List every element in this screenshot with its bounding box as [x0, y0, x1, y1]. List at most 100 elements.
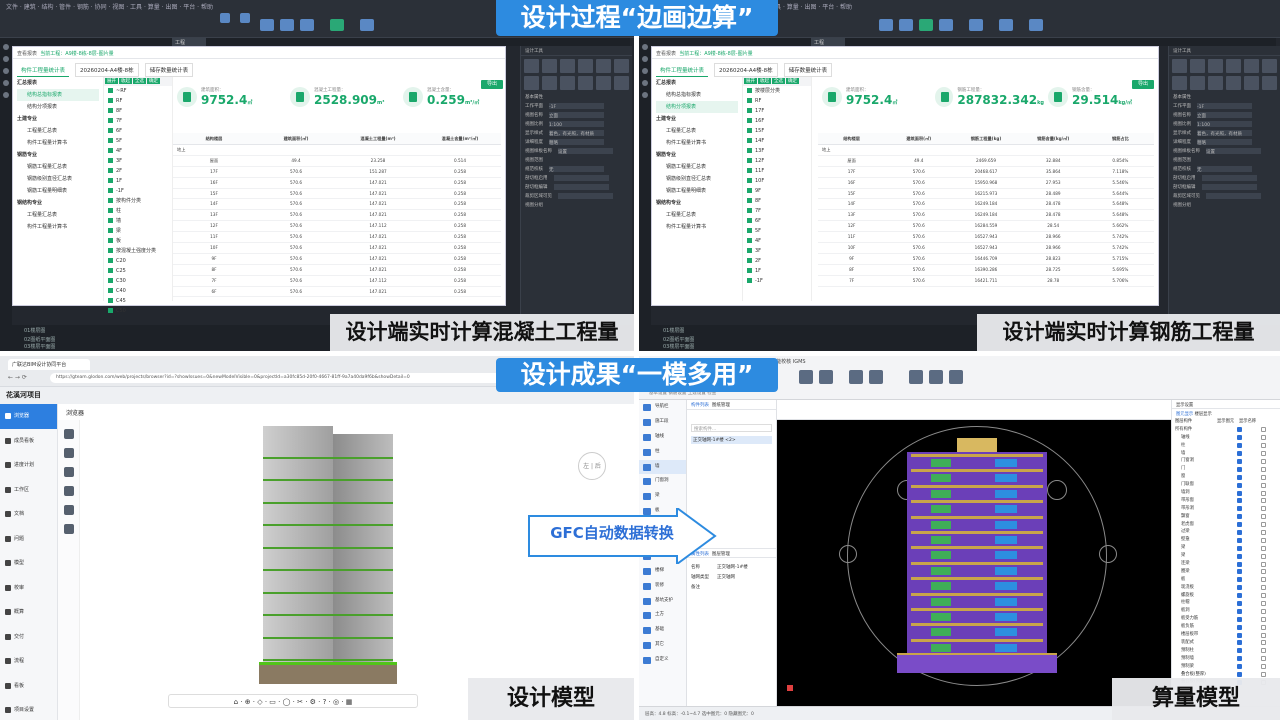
sidebar-item[interactable]: 交付	[0, 625, 57, 650]
property-row[interactable]: 轴网类型 正交轴网	[691, 574, 772, 584]
checkbox-icon[interactable]	[1261, 640, 1266, 646]
filter-item[interactable]: C25	[104, 266, 172, 276]
nav-item[interactable]: 梁	[639, 489, 686, 504]
tab-floor-display[interactable]: 楼层显示	[1195, 412, 1212, 417]
sidebar-item[interactable]: 浏览器	[0, 404, 57, 429]
checkbox-icon[interactable]	[1261, 529, 1266, 535]
filter-item[interactable]: RF	[104, 96, 172, 106]
checkbox-icon[interactable]	[1237, 664, 1242, 670]
property-row[interactable]: 规范校核 无	[1173, 165, 1276, 174]
filter-item[interactable]: 5F	[104, 136, 172, 146]
tree-group[interactable]: 钢筋专业	[656, 149, 738, 161]
checkbox-icon[interactable]	[747, 98, 752, 103]
tree-item[interactable]: 钢筋工程量汇总表	[17, 161, 99, 173]
filter-item[interactable]: 3F	[743, 246, 811, 256]
filter-item[interactable]: 板	[104, 236, 172, 246]
checkbox-icon[interactable]	[1261, 648, 1266, 654]
checkbox-icon[interactable]	[1261, 608, 1266, 614]
display-row[interactable]: 老虎窗	[1175, 521, 1277, 529]
filter-item[interactable]: 5F	[743, 226, 811, 236]
checkbox-icon[interactable]	[1237, 522, 1242, 528]
display-row[interactable]: 过梁	[1175, 528, 1277, 536]
display-row[interactable]: 墙洞	[1175, 489, 1277, 497]
checkbox-icon[interactable]	[1261, 522, 1266, 528]
checkbox-icon[interactable]	[108, 138, 113, 143]
property-value[interactable]	[553, 183, 609, 190]
checkbox-icon[interactable]	[1261, 435, 1266, 441]
filter-item[interactable]: 6F	[104, 126, 172, 136]
filter-button[interactable]: 展开	[105, 78, 118, 84]
sidebar-item[interactable]: 流程	[0, 649, 57, 674]
checkbox-icon[interactable]	[1237, 608, 1242, 614]
property-row[interactable]: 工作平面 -1F	[1173, 102, 1276, 111]
checkbox-icon[interactable]	[1261, 593, 1266, 599]
checkbox-icon[interactable]	[747, 168, 752, 173]
display-row[interactable]: 预制墙	[1175, 655, 1277, 663]
filter-item[interactable]: 8F	[104, 106, 172, 116]
filter-item[interactable]: 12F	[743, 156, 811, 166]
filter-item[interactable]: -1F	[104, 186, 172, 196]
tab-component-list[interactable]: 构件列表	[691, 403, 709, 408]
checkbox-icon[interactable]	[108, 248, 113, 253]
nav-item[interactable]: 装修	[639, 579, 686, 594]
property-value[interactable]: 正交轴网	[717, 575, 735, 580]
property-value[interactable]: 1:100	[549, 120, 604, 128]
property-value[interactable]: 着色，有光照，有材质	[549, 129, 604, 137]
checkbox-icon[interactable]	[108, 158, 113, 163]
checkbox-icon[interactable]	[1237, 427, 1242, 433]
display-row[interactable]: 梁	[1175, 544, 1277, 552]
filter-item[interactable]: 7F	[104, 116, 172, 126]
undo-icon[interactable]	[240, 13, 250, 23]
tree-item[interactable]: 钢筋工程量明细表	[656, 185, 738, 197]
checkbox-icon[interactable]	[1237, 451, 1242, 457]
display-row[interactable]: 所有构件	[1175, 426, 1277, 434]
display-row[interactable]: 门	[1175, 465, 1277, 473]
property-row[interactable]: 裁剪区域可见	[1173, 192, 1276, 201]
save-icon[interactable]	[220, 13, 230, 23]
checkbox-icon[interactable]	[1261, 561, 1266, 567]
property-value[interactable]: 无	[1197, 165, 1252, 173]
filter-item[interactable]: C30	[104, 276, 172, 286]
checkbox-icon[interactable]	[747, 258, 752, 263]
checkbox-icon[interactable]	[1237, 435, 1242, 441]
tab-drawings[interactable]: 图纸管理	[712, 403, 730, 408]
property-value[interactable]: 无	[549, 165, 604, 173]
checkbox-icon[interactable]	[1237, 616, 1242, 622]
filter-item[interactable]: 按楼层分类	[743, 86, 811, 96]
table-row[interactable]: 15F 570.6 147.021 0.258	[173, 189, 501, 200]
checkbox-icon[interactable]	[1261, 664, 1266, 670]
checkbox-icon[interactable]	[108, 228, 113, 233]
property-value[interactable]: 立面	[549, 111, 604, 119]
tool-icon[interactable]	[969, 19, 983, 31]
filter-item[interactable]: 墙	[104, 216, 172, 226]
checkbox-icon[interactable]	[1237, 577, 1242, 583]
tool-icon[interactable]	[578, 59, 593, 73]
table-row[interactable]: 14F 570.6 147.021 0.258	[173, 199, 501, 211]
checkbox-icon[interactable]	[1261, 443, 1266, 449]
property-row[interactable]: 视图样板名称 设置	[1173, 147, 1276, 156]
tool-icon[interactable]	[578, 76, 593, 90]
checkbox-icon[interactable]	[108, 128, 113, 133]
property-value[interactable]: -1F	[1197, 102, 1252, 110]
tool-icon[interactable]	[560, 59, 575, 73]
display-row[interactable]: 装配式	[1175, 639, 1277, 647]
tool-icon[interactable]	[1208, 76, 1223, 90]
tree-icon[interactable]	[64, 505, 74, 515]
property-row[interactable]: 视图比例 1:100	[525, 120, 628, 129]
filter-item[interactable]: 柱	[104, 206, 172, 216]
tab-date[interactable]: 20260204-A4楼-8栋	[714, 63, 778, 77]
nav-item[interactable]: 导航栏	[639, 400, 686, 415]
tool-icon[interactable]	[1226, 76, 1241, 90]
filter-button[interactable]: 确定	[147, 78, 160, 84]
nav-item[interactable]: 轴线	[639, 430, 686, 445]
display-row[interactable]: 螺旋板	[1175, 592, 1277, 600]
display-row[interactable]: 板负筋	[1175, 623, 1277, 631]
tree-item[interactable]: 构件工程量计算书	[17, 221, 99, 233]
checkbox-icon[interactable]	[1261, 632, 1266, 638]
table-row[interactable]: 16F 570.6 15950.968 27.953 5.546%	[818, 178, 1154, 189]
tool-icon[interactable]	[1244, 76, 1259, 90]
tool-icon[interactable]	[596, 59, 611, 73]
display-row[interactable]: 预制梁	[1175, 663, 1277, 671]
tool-icon[interactable]	[1172, 59, 1187, 73]
tool-icon[interactable]	[1226, 59, 1241, 73]
